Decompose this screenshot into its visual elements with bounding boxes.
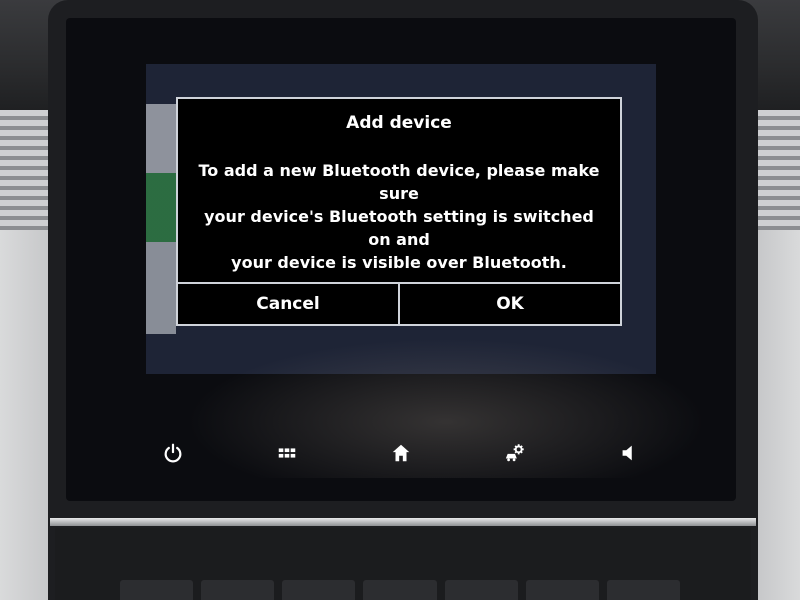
touchscreen: Add device To add a new Bluetooth device… — [66, 18, 736, 501]
physical-button[interactable] — [201, 580, 275, 600]
home-icon[interactable] — [383, 435, 419, 471]
dialog-actions: Cancel OK — [178, 282, 620, 324]
dialog-message-line: your device's Bluetooth setting is switc… — [204, 207, 594, 249]
cancel-button[interactable]: Cancel — [178, 284, 398, 324]
physical-button[interactable] — [444, 580, 518, 600]
apps-grid-icon[interactable] — [269, 435, 305, 471]
chrome-trim — [50, 518, 756, 526]
dialog-title: Add device — [346, 113, 452, 133]
physical-button[interactable] — [606, 580, 680, 600]
physical-button[interactable] — [282, 580, 356, 600]
dialog-message-line: To add a new Bluetooth device, please ma… — [198, 161, 600, 203]
dialog-message-line: your device is visible over Bluetooth. — [231, 253, 567, 272]
map-preview — [146, 104, 176, 334]
physical-button[interactable] — [525, 580, 599, 600]
car-settings-icon[interactable] — [497, 435, 533, 471]
power-icon[interactable] — [155, 435, 191, 471]
bottom-navigation-bar — [66, 428, 736, 478]
ok-button[interactable]: OK — [398, 284, 620, 324]
physical-button[interactable] — [363, 580, 437, 600]
volume-icon[interactable] — [611, 435, 647, 471]
add-device-dialog: Add device To add a new Bluetooth device… — [176, 97, 622, 326]
dialog-message: To add a new Bluetooth device, please ma… — [198, 159, 600, 274]
physical-button[interactable] — [120, 580, 194, 600]
physical-button-row — [120, 580, 680, 600]
